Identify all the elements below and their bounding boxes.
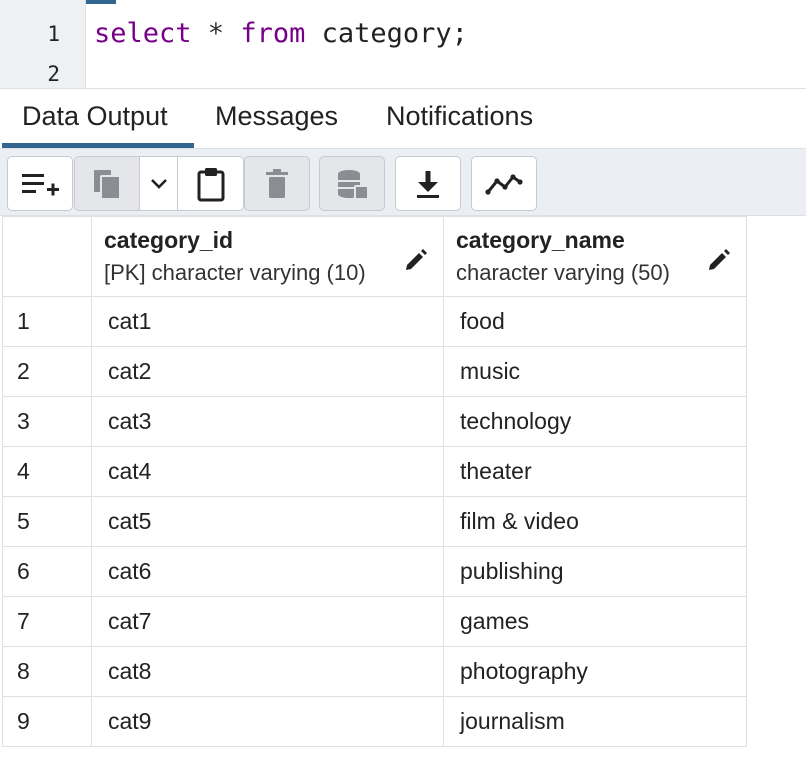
copy-options-dropdown[interactable]	[140, 157, 178, 210]
cell-category-name[interactable]: food	[443, 296, 747, 347]
cell-category-id[interactable]: cat7	[91, 596, 444, 647]
row-number[interactable]: 8	[2, 646, 92, 697]
sql-keyword: select	[94, 18, 192, 49]
copy-icon	[94, 169, 121, 200]
row-number[interactable]: 5	[2, 496, 92, 547]
row-number[interactable]: 4	[2, 446, 92, 497]
data-grid: category_id [PK] character varying (10) …	[0, 216, 806, 764]
table-row[interactable]: 5 cat5 film & video	[2, 496, 747, 547]
cell-category-name[interactable]: theater	[443, 446, 747, 497]
add-row-button[interactable]	[7, 156, 73, 211]
cell-category-id[interactable]: cat5	[91, 496, 444, 547]
table-row[interactable]: 2 cat2 music	[2, 346, 747, 397]
tab-messages[interactable]: Messages	[215, 101, 338, 132]
pencil-icon[interactable]	[706, 247, 732, 273]
column-name: category_name	[456, 227, 625, 253]
tab-data-output[interactable]: Data Output	[22, 101, 168, 132]
column-type: [PK] character varying (10)	[104, 260, 366, 285]
column-type: character varying (50)	[456, 260, 670, 285]
row-number[interactable]: 6	[2, 546, 92, 597]
table-row[interactable]: 1 cat1 food	[2, 296, 747, 347]
cell-category-name[interactable]: games	[443, 596, 747, 647]
cell-category-id[interactable]: cat4	[91, 446, 444, 497]
copy-paste-group	[74, 156, 244, 211]
cell-category-id[interactable]: cat8	[91, 646, 444, 697]
cell-category-id[interactable]: cat3	[91, 396, 444, 447]
table-row[interactable]: 6 cat6 publishing	[2, 546, 747, 597]
cell-category-name[interactable]: photography	[443, 646, 747, 697]
code-line[interactable]: select * from category;	[94, 18, 468, 49]
row-number-header[interactable]	[2, 216, 92, 297]
editor-top-accent	[86, 0, 116, 4]
row-number[interactable]: 3	[2, 396, 92, 447]
row-number[interactable]: 1	[2, 296, 92, 347]
line-number: 1	[47, 22, 60, 46]
sql-editor[interactable]: 1 2 select * from category;	[0, 0, 806, 88]
sql-keyword: from	[240, 18, 306, 49]
cell-category-name[interactable]: film & video	[443, 496, 747, 547]
cell-category-name[interactable]: publishing	[443, 546, 747, 597]
row-number[interactable]: 2	[2, 346, 92, 397]
clipboard-icon	[197, 167, 224, 201]
cell-category-name[interactable]: technology	[443, 396, 747, 447]
trash-icon	[266, 168, 288, 198]
sql-token: category;	[305, 18, 468, 49]
pencil-icon[interactable]	[403, 247, 429, 273]
table-row[interactable]: 9 cat9 journalism	[2, 696, 747, 747]
line-number-gutter: 1 2	[0, 0, 86, 88]
database-save-icon	[338, 169, 369, 200]
cell-category-id[interactable]: cat9	[91, 696, 444, 747]
row-number[interactable]: 7	[2, 596, 92, 647]
paste-button[interactable]	[178, 157, 243, 210]
result-table: category_id [PK] character varying (10) …	[2, 216, 747, 747]
table-row[interactable]: 3 cat3 technology	[2, 396, 747, 447]
table-row[interactable]: 8 cat8 photography	[2, 646, 747, 697]
sql-token: *	[191, 18, 241, 49]
tab-notifications[interactable]: Notifications	[386, 101, 533, 132]
save-data-button[interactable]	[319, 156, 385, 211]
line-number: 2	[47, 62, 60, 86]
cell-category-name[interactable]: music	[443, 346, 747, 397]
column-name: category_id	[104, 227, 234, 253]
data-toolbar	[0, 148, 806, 216]
copy-button[interactable]	[75, 157, 140, 210]
graph-visualiser-button[interactable]	[471, 156, 537, 211]
chevron-down-icon	[150, 178, 167, 189]
cell-category-id[interactable]: cat1	[91, 296, 444, 347]
cell-category-name[interactable]: journalism	[443, 696, 747, 747]
add-row-icon	[22, 173, 59, 195]
column-header-category-id[interactable]: category_id [PK] character varying (10)	[91, 216, 444, 297]
delete-button[interactable]	[244, 156, 310, 211]
table-row[interactable]: 7 cat7 games	[2, 596, 747, 647]
line-chart-icon	[485, 173, 523, 195]
row-number[interactable]: 9	[2, 696, 92, 747]
table-row[interactable]: 4 cat4 theater	[2, 446, 747, 497]
table-header-row: category_id [PK] character varying (10) …	[2, 216, 747, 297]
column-header-category-name[interactable]: category_name character varying (50)	[443, 216, 747, 297]
cell-category-id[interactable]: cat2	[91, 346, 444, 397]
download-icon	[417, 170, 439, 198]
result-tabs: Data Output Messages Notifications	[0, 88, 806, 148]
download-button[interactable]	[395, 156, 461, 211]
cell-category-id[interactable]: cat6	[91, 546, 444, 597]
